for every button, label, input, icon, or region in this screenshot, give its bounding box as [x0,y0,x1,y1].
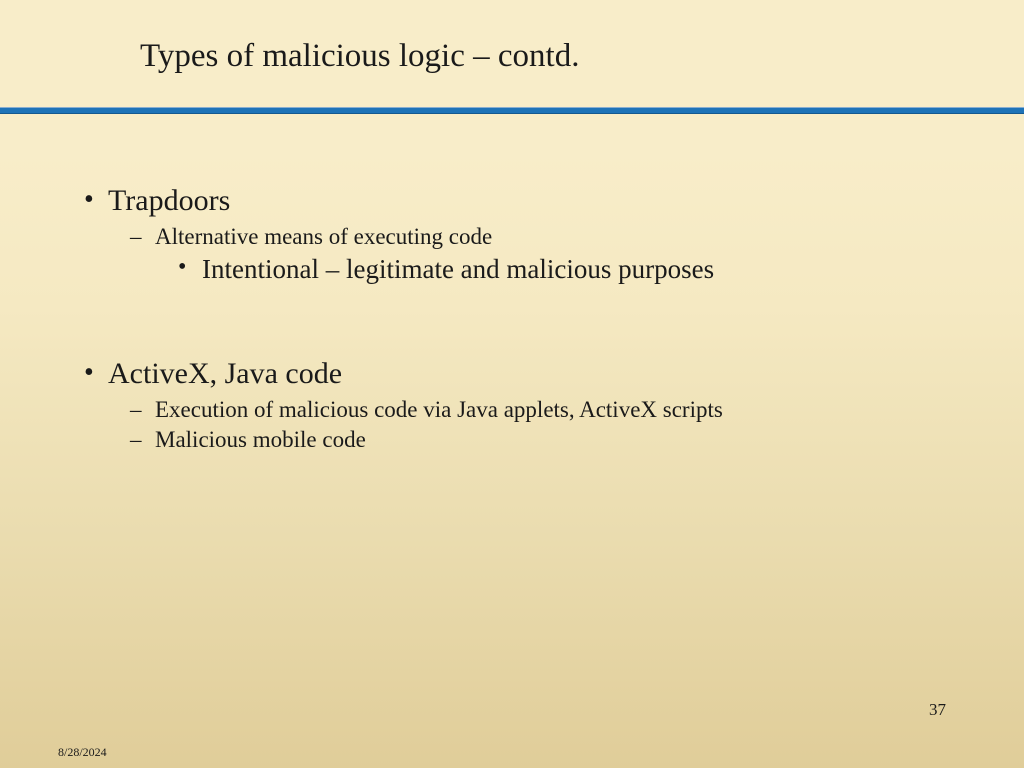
bullet-level3: Intentional – legitimate and malicious p… [80,254,964,285]
bullet-level2: Alternative means of executing code [80,224,964,250]
bullet-text: Intentional – legitimate and malicious p… [202,254,714,284]
bullet-level2: Execution of malicious code via Java app… [80,397,964,423]
bullet-text: Alternative means of executing code [155,224,492,249]
bullet-level1: ActiveX, Java code [80,357,964,391]
slide-content: Trapdoors Alternative means of executing… [0,114,1024,453]
bullet-text: Trapdoors [108,184,230,217]
slide-header: Types of malicious logic – contd. [0,0,1024,110]
page-number: 37 [929,700,946,720]
bullet-text: ActiveX, Java code [108,357,342,390]
divider-line [0,107,1024,114]
bullet-text: Execution of malicious code via Java app… [155,397,723,422]
slide-title: Types of malicious logic – contd. [140,38,1024,75]
bullet-text: Malicious mobile code [155,427,366,452]
bullet-level2: Malicious mobile code [80,427,964,453]
section-spacer [80,289,964,357]
bullet-level1: Trapdoors [80,184,964,218]
date-footer: 8/28/2024 [58,745,107,760]
